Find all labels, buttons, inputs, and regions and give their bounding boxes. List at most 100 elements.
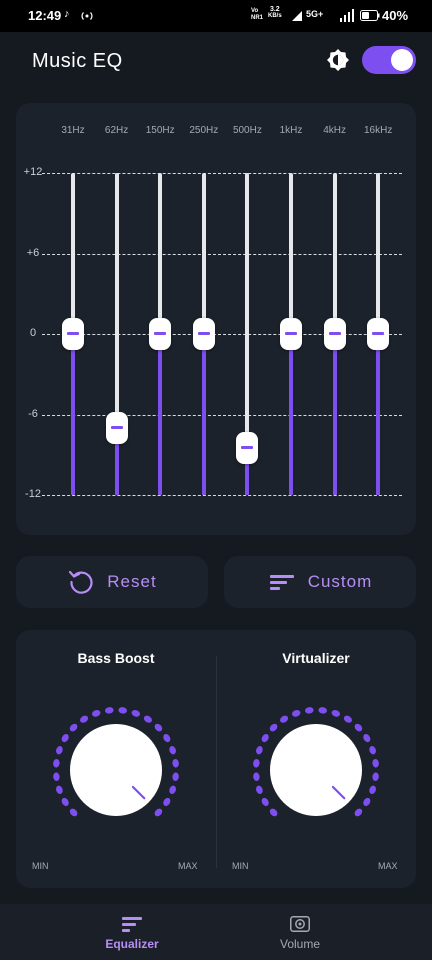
equalizer-icon	[122, 917, 142, 932]
knob-level-dot	[56, 745, 63, 755]
gridline	[42, 173, 402, 174]
knob-level-dot	[354, 808, 363, 817]
virtualizer-title: Virtualizer	[282, 650, 350, 666]
band-slider-thumb[interactable]	[149, 318, 172, 350]
knob-level-dot	[53, 758, 60, 768]
knob-level-dot	[253, 772, 260, 782]
db-label: +6	[26, 246, 40, 259]
signal-bars-icon	[340, 9, 354, 22]
signal-icon	[292, 11, 302, 21]
knob-level-dot	[61, 734, 69, 743]
band-slider-fill	[71, 334, 75, 495]
band-slider-fill	[376, 334, 381, 495]
band-slider-thumb[interactable]	[105, 411, 128, 444]
effects-panel: Bass Boost MIN MAX Virtualizer MIN MAX	[16, 630, 416, 888]
knob-level-dot	[253, 758, 260, 768]
bass-boost-title: Bass Boost	[77, 650, 155, 666]
knob-level-dot	[172, 758, 179, 768]
virtualizer-knob[interactable]	[246, 700, 386, 840]
knob-level-dot	[354, 723, 363, 732]
band-frequency-label: 16kHz	[364, 125, 393, 136]
knob-level-dot	[56, 785, 63, 795]
net-speed-unit: KB/s	[268, 13, 282, 19]
reset-button[interactable]: Reset	[16, 556, 208, 608]
toggle-knob	[391, 49, 413, 71]
eq-enable-toggle[interactable]	[362, 46, 416, 74]
db-label: -6	[28, 407, 38, 420]
knob-level-dot	[304, 707, 314, 714]
knob-level-dot	[331, 710, 341, 717]
battery-icon	[360, 10, 380, 21]
knob-level-dot	[53, 772, 60, 782]
bottom-navigation: Equalizer Volume	[0, 904, 432, 960]
gridline	[42, 334, 402, 335]
knob-level-dot	[369, 745, 376, 755]
nav-item-volume[interactable]: Volume	[192, 904, 408, 960]
virtualizer-min-label: MIN	[232, 861, 249, 871]
net-speed-value: 3.2	[269, 6, 280, 13]
status-time: 12:49	[28, 8, 62, 23]
battery-percent: 40%	[382, 8, 409, 23]
knob-level-dot	[163, 734, 171, 743]
knob-level-dot	[261, 734, 269, 743]
app-title: Music EQ	[32, 50, 123, 72]
knob-level-dot	[363, 734, 371, 743]
gridline	[42, 495, 402, 496]
band-slider-fill	[289, 334, 293, 495]
hotspot-icon	[81, 12, 93, 20]
knob-level-dot	[172, 772, 179, 782]
band-frequency-label: 62Hz	[104, 125, 129, 136]
virtualizer-max-label: MAX	[378, 861, 398, 871]
knob-level-dot	[318, 707, 328, 714]
knob-level-dot	[163, 797, 171, 806]
knob-dial[interactable]	[270, 724, 362, 816]
band-frequency-label: 500Hz	[232, 125, 262, 136]
equalizer-panel: +12 +6 0 -6 -12 31Hz 62Hz 150Hz 250Hz 500Hz 1kHz 4k…	[16, 103, 416, 535]
knob-level-dot	[69, 808, 78, 817]
knob-level-dot	[169, 785, 176, 795]
preset-button[interactable]: Custom	[224, 556, 416, 608]
band-slider-thumb[interactable]	[323, 318, 346, 350]
volte-indicator: Vo NR1	[251, 8, 263, 22]
band-frequency-label: 31Hz	[61, 125, 85, 136]
band-slider-thumb[interactable]	[192, 318, 215, 350]
knob-level-dot	[154, 723, 163, 732]
volte-line2: NR1	[251, 15, 264, 21]
knob-level-dot	[280, 715, 289, 723]
knob-dial[interactable]	[70, 724, 162, 816]
knob-level-dot	[269, 808, 278, 817]
gridline	[42, 414, 402, 416]
knob-level-dot	[363, 797, 371, 806]
band-frequency-label: 250Hz	[189, 125, 219, 136]
knob-level-dot	[169, 745, 176, 755]
knob-level-dot	[256, 745, 263, 755]
band-slider-fill	[332, 334, 337, 495]
knob-level-dot	[372, 758, 379, 768]
bass-boost-knob[interactable]	[46, 700, 186, 840]
band-slider-fill	[201, 334, 206, 495]
net-speed: 3.2 KB/s	[268, 6, 282, 20]
db-label: 0	[29, 327, 37, 339]
gridline	[42, 253, 402, 255]
knob-level-dot	[131, 710, 141, 717]
knob-level-dot	[91, 710, 101, 717]
knob-level-dot	[369, 785, 376, 795]
knob-level-dot	[118, 707, 128, 714]
brightness-auto-icon[interactable]	[326, 48, 350, 72]
volte-line1: Vo	[251, 8, 259, 14]
band-frequency-label: 1kHz	[279, 125, 303, 136]
knob-level-dot	[256, 785, 263, 795]
knob-level-dot	[291, 710, 301, 717]
band-slider-thumb[interactable]	[62, 318, 84, 350]
band-slider-thumb[interactable]	[236, 432, 259, 465]
db-label: -12	[25, 488, 41, 500]
band-slider-track[interactable]	[114, 173, 119, 495]
knob-level-dot	[104, 707, 114, 714]
band-slider-thumb[interactable]	[280, 318, 302, 350]
band-slider-thumb[interactable]	[367, 318, 390, 350]
network-type: 5G+	[306, 9, 324, 19]
db-label: +12	[23, 166, 43, 178]
app-bar: Music EQ	[0, 32, 432, 90]
effects-divider	[216, 656, 217, 868]
preset-list-icon	[269, 575, 294, 590]
